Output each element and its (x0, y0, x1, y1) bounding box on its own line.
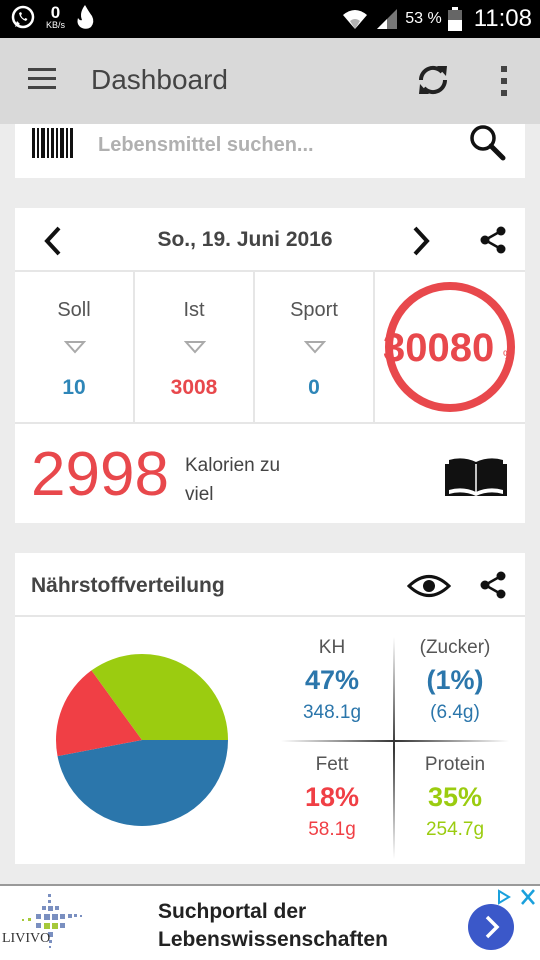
search-icon[interactable] (467, 124, 507, 164)
calorie-percent-ring: 30080 % (375, 272, 525, 424)
eye-icon[interactable] (407, 573, 451, 599)
calorie-excess: 2998 Kalorien zu viel (15, 424, 525, 523)
ad-headline-line1: Suchportal der (158, 900, 307, 923)
calorie-summary-card: So., 19. Juni 2016 Soll 10 Ist 3008 Spor… (15, 208, 525, 523)
grid-divider (281, 740, 509, 742)
nutrient-sugar-percent: (1%) (426, 665, 484, 695)
diary-book-icon[interactable] (445, 456, 507, 496)
stat-actual-value: 3008 (170, 376, 218, 399)
nutrient-header: Nährstoffverteilung (15, 553, 525, 617)
network-speed: 0 KB/s (46, 4, 65, 30)
overflow-menu-icon[interactable] (496, 66, 512, 98)
battery-icon (447, 7, 462, 31)
food-search-input[interactable] (98, 124, 458, 164)
nutrient-protein-percent: 35% (427, 782, 483, 812)
nutrient-fat-percent: 18% (304, 782, 360, 812)
whatsapp-icon (11, 5, 35, 29)
barcode-icon[interactable] (32, 128, 74, 158)
percent-ring-unit: % (503, 348, 514, 362)
stat-sport-label: Sport (290, 299, 338, 321)
chevron-right-icon (485, 915, 500, 939)
nutrient-protein-grams: 254.7g (425, 819, 485, 840)
nutrient-protein-name: Protein (424, 754, 486, 775)
signal-icon (377, 9, 398, 29)
nutrient-fat-name: Fett (315, 754, 349, 775)
refresh-icon[interactable] (413, 60, 453, 100)
nutrient-carbs-percent: 47% (304, 665, 360, 695)
ad-close-icon[interactable] (518, 888, 538, 906)
nutrient-fat: Fett 18% 58.1g (277, 754, 387, 841)
wifi-icon (343, 10, 368, 29)
nutrient-sugar: (Zucker) (1%) (6.4g) (400, 637, 510, 724)
pie-slice-carbs (57, 740, 228, 826)
stat-actual[interactable]: Ist 3008 (135, 272, 255, 424)
date-navigation: So., 19. Juni 2016 (15, 208, 525, 272)
stat-target-value: 10 (62, 376, 86, 399)
stat-sport[interactable]: Sport 0 (255, 272, 375, 424)
excess-calories-label: Kalorien zu viel (185, 455, 281, 505)
nutrient-carbs: KH 47% 348.1g (277, 637, 387, 724)
network-speed-value: 0 (50, 3, 61, 22)
clock: 11:08 (473, 5, 532, 32)
network-speed-unit: KB/s (46, 20, 66, 30)
food-search-bar (15, 124, 525, 178)
next-day-chevron-icon[interactable] (409, 224, 433, 258)
dropdown-triangle-icon (184, 341, 206, 354)
nutrient-sugar-name: (Zucker) (419, 637, 491, 658)
calorie-stats: Soll 10 Ist 3008 Sport 0 30080 % (15, 272, 525, 424)
dropdown-triangle-icon (64, 341, 86, 354)
status-bar: 0 KB/s 53 % 11:08 (0, 0, 540, 38)
ad-choices-icon[interactable] (494, 888, 514, 906)
grid-divider (393, 637, 395, 859)
share-icon[interactable] (478, 225, 508, 255)
nutrient-sugar-grams: (6.4g) (430, 702, 480, 723)
ad-headline-line2: Lebenswissenschaften (158, 928, 388, 951)
ad-banner[interactable]: LIVIVO Suchportal der Lebenswissenschaft… (0, 884, 540, 960)
stat-sport-value: 0 (308, 376, 320, 399)
page-title: Dashboard (91, 64, 228, 95)
livivo-logo: LIVIVO (2, 894, 82, 948)
nutrient-fat-grams: 58.1g (308, 819, 356, 840)
nutrient-carbs-name: KH (318, 637, 346, 658)
livivo-logo-text: LIVIVO (2, 931, 50, 946)
stat-target-label: Soll (57, 299, 91, 321)
stat-actual-label: Ist (183, 299, 205, 321)
ad-open-button[interactable] (468, 904, 514, 950)
selected-date[interactable]: So., 19. Juni 2016 (75, 228, 415, 252)
nutrient-title: Nährstoffverteilung (31, 574, 225, 597)
nutrient-pie-chart (56, 654, 228, 826)
flame-icon (77, 5, 94, 29)
battery-percent: 53 % (405, 10, 442, 27)
hamburger-menu-icon[interactable] (28, 68, 56, 90)
status-right: 53 % 11:08 (341, 0, 532, 38)
dropdown-triangle-icon (304, 341, 326, 354)
stat-target[interactable]: Soll 10 (15, 272, 135, 424)
nutrient-protein: Protein 35% 254.7g (400, 754, 510, 841)
app-bar: Dashboard (0, 38, 540, 124)
excess-calories-value: 2998 (31, 440, 169, 509)
previous-day-chevron-icon[interactable] (41, 224, 65, 258)
share-icon[interactable] (478, 570, 508, 600)
percent-ring-value: 30080 (383, 326, 495, 370)
nutrient-carbs-grams: 348.1g (302, 702, 362, 723)
ad-headline[interactable]: Suchportal der Lebenswissenschaften (158, 898, 388, 954)
nutrient-distribution-card: Nährstoffverteilung KH 47% 348.1g (Zucke… (15, 553, 525, 864)
status-left: 0 KB/s (10, 4, 95, 30)
